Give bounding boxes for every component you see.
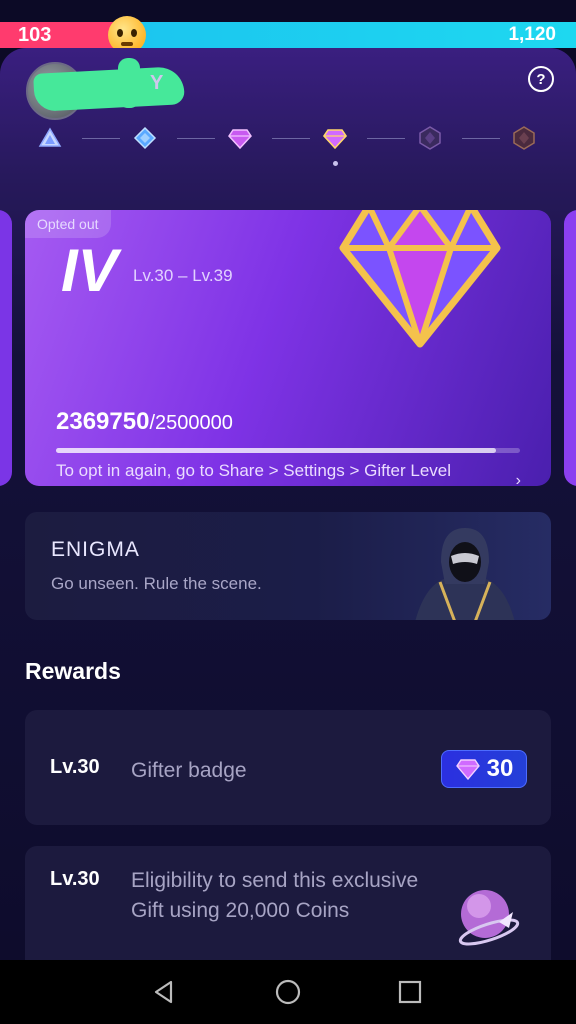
tier-connector (177, 138, 215, 139)
tier-connector (462, 138, 500, 139)
redaction-scribble-2 (118, 58, 140, 108)
tier-2-icon[interactable] (133, 126, 157, 150)
reward-description: Gifter badge (131, 759, 247, 782)
recents-button[interactable] (390, 974, 430, 1010)
question-icon: ? (536, 70, 546, 88)
gifter-badge-preview: 30 (441, 750, 527, 788)
tier-connector (367, 138, 405, 139)
diamond-icon (455, 759, 480, 780)
progress-text: 2369750/2500000 (56, 408, 233, 436)
progress-current: 2369750 (56, 408, 150, 435)
tier-track (38, 126, 544, 150)
rewards-heading: Rewards (25, 658, 121, 684)
recents-icon (398, 980, 422, 1004)
reward-level: Lv.30 (50, 868, 100, 890)
home-icon (275, 979, 301, 1005)
chevron-right-icon[interactable]: › (516, 472, 521, 486)
tier-3-icon[interactable] (228, 126, 252, 150)
enigma-subtitle: Go unseen. Rule the scene. (51, 574, 262, 593)
tier-numeral: IV (61, 237, 118, 304)
tier-connector (82, 138, 120, 139)
battle-right-score: 1,120 (508, 24, 556, 45)
username: Y (150, 72, 164, 94)
progress-bar (56, 448, 520, 453)
tier-6-icon[interactable] (512, 126, 536, 150)
gifter-level-panel: Y ? Opted out IV Lv.30 – Lv.39 2369750/2… (0, 48, 576, 960)
hooded-figure-icon (415, 528, 515, 620)
enigma-title: ENIGMA (51, 538, 140, 561)
level-range: Lv.30 – Lv.39 (133, 266, 233, 285)
tier-connector (272, 138, 310, 139)
home-button[interactable] (268, 974, 308, 1010)
opted-out-badge: Opted out (25, 210, 111, 238)
help-button[interactable]: ? (528, 66, 554, 92)
opt-in-instructions[interactable]: To opt in again, go to Share > Settings … (56, 460, 476, 486)
system-nav-bar (0, 960, 576, 1024)
reward-row[interactable]: Lv.30 Eligibility to send this exclusive… (25, 846, 551, 960)
reward-description: Eligibility to send this exclusive Gift … (131, 869, 419, 922)
diamond-gem-icon (339, 210, 501, 348)
progress-bar-fill (56, 448, 496, 453)
back-icon (154, 980, 173, 1004)
reward-level: Lv.30 (50, 756, 100, 778)
progress-total: /2500000 (149, 412, 233, 434)
tier-4-icon[interactable] (323, 126, 347, 150)
tier-5-icon[interactable] (418, 126, 442, 150)
tier-1-icon[interactable] (38, 126, 62, 150)
battle-score-bar: 103 1,120 (0, 16, 576, 54)
back-button[interactable] (144, 974, 184, 1010)
battle-left-score: 103 (18, 24, 52, 46)
enigma-banner[interactable]: ENIGMA Go unseen. Rule the scene. (25, 512, 551, 620)
tier-indicator-dot (333, 161, 338, 166)
prev-tier-card[interactable] (0, 210, 12, 486)
reward-row[interactable]: Lv.30 Gifter badge 30 (25, 710, 551, 825)
badge-value: 30 (486, 755, 514, 782)
level-card[interactable]: Opted out IV Lv.30 – Lv.39 2369750/25000… (25, 210, 551, 486)
planet-gift-icon (458, 890, 520, 946)
next-tier-card[interactable] (564, 210, 576, 486)
